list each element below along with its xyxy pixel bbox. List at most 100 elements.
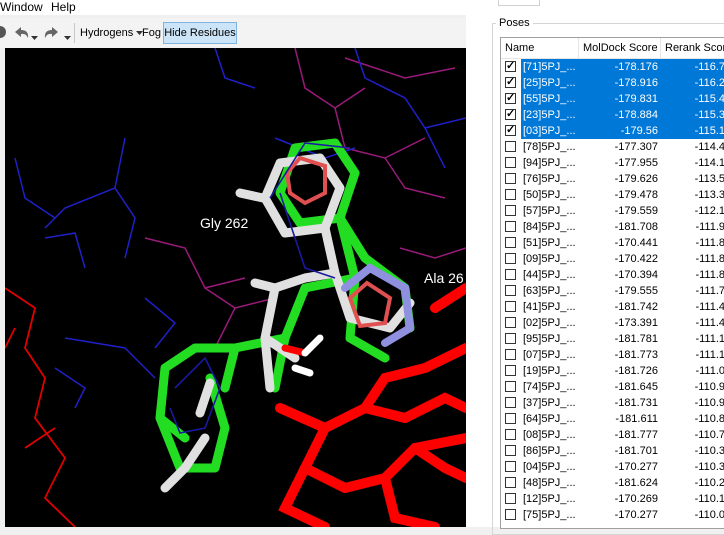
pose-name: [71]5PJ_...	[521, 59, 579, 75]
table-row[interactable]: [78]5PJ_... -177.307 -114.4	[501, 139, 724, 155]
pose-checkbox[interactable]	[505, 107, 516, 120]
menu-bar: Window Help	[0, 0, 466, 15]
table-row[interactable]: [37]5PJ_... -181.731 -110.9	[501, 395, 724, 411]
pose-checkbox[interactable]	[505, 509, 516, 520]
pose-checkbox[interactable]	[505, 189, 516, 200]
table-row[interactable]: [76]5PJ_... -179.626 -113.5	[501, 171, 724, 187]
table-row[interactable]: [07]5PJ_... -181.773 -111.1	[501, 347, 724, 363]
pose-checkbox[interactable]	[505, 141, 516, 152]
table-row[interactable]: [51]5PJ_... -170.441 -111.8	[501, 235, 724, 251]
pose-name: [04]5PJ_...	[523, 461, 576, 473]
undo-dropdown-icon[interactable]	[31, 30, 38, 44]
poses-title: Poses	[496, 17, 533, 29]
pose-rerank-score: -111.1	[695, 333, 724, 345]
pose-checkbox[interactable]	[505, 365, 516, 376]
pose-moldock-score: -181.773	[614, 349, 658, 361]
pose-checkbox[interactable]	[505, 59, 516, 72]
table-row[interactable]: [41]5PJ_... -181.742 -111.4	[501, 299, 724, 315]
table-row[interactable]: [57]5PJ_... -179.559 -112.1	[501, 203, 724, 219]
column-header-name[interactable]: Name	[501, 38, 579, 58]
table-row[interactable]: [86]5PJ_... -181.701 -110.3	[501, 443, 724, 459]
pose-checkbox[interactable]	[505, 285, 516, 296]
pose-checkbox[interactable]	[505, 493, 516, 504]
table-row[interactable]: [55]5PJ_...-179.831-115.4	[501, 91, 724, 107]
pose-checkbox[interactable]	[505, 237, 516, 248]
pose-rerank-score: -115.3	[661, 107, 724, 123]
menu-window[interactable]: Window	[0, 0, 43, 14]
redo-dropdown-icon[interactable]	[64, 30, 71, 44]
splitter[interactable]	[466, 0, 486, 527]
pose-checkbox[interactable]	[505, 253, 516, 264]
table-row[interactable]: [95]5PJ_... -181.781 -111.1	[501, 331, 724, 347]
table-row[interactable]: [44]5PJ_... -170.394 -111.8	[501, 267, 724, 283]
table-row[interactable]: [04]5PJ_... -170.277 -110.3	[501, 459, 724, 475]
pose-rerank-score: -113.3	[694, 189, 724, 201]
column-header-rerank-score[interactable]: Rerank Score	[661, 38, 724, 58]
table-row[interactable]: [84]5PJ_... -181.708 -111.9	[501, 219, 724, 235]
pose-checkbox[interactable]	[505, 413, 516, 424]
pose-checkbox[interactable]	[505, 317, 516, 328]
menu-help[interactable]: Help	[51, 0, 76, 14]
pose-checkbox[interactable]	[505, 429, 516, 440]
pose-name: [75]5PJ_...	[523, 509, 576, 521]
pose-checkbox[interactable]	[505, 269, 516, 280]
table-row[interactable]: [08]5PJ_... -181.777 -110.7	[501, 427, 724, 443]
column-header-moldock-score[interactable]: MolDock Score	[579, 38, 661, 58]
pose-rerank-score: -114.1	[694, 157, 724, 169]
table-row[interactable]: [23]5PJ_...-178.884-115.3	[501, 107, 724, 123]
pose-checkbox[interactable]	[505, 397, 516, 408]
table-row[interactable]: [50]5PJ_... -179.478 -113.3	[501, 187, 724, 203]
table-row[interactable]: [02]5PJ_... -173.391 -111.4	[501, 315, 724, 331]
hydrogens-button[interactable]: Hydrogens	[77, 23, 146, 43]
toolbar-edge-icon[interactable]	[0, 26, 6, 38]
table-row[interactable]: [09]5PJ_... -170.422 -111.8	[501, 251, 724, 267]
table-row[interactable]: [48]5PJ_... -181.624 -110.2	[501, 475, 724, 491]
pose-checkbox[interactable]	[505, 445, 516, 456]
pose-moldock-score: -179.559	[614, 205, 658, 217]
table-row[interactable]: [63]5PJ_... -179.555 -111.7	[501, 283, 724, 299]
redo-icon[interactable]	[42, 24, 62, 45]
pose-checkbox[interactable]	[505, 301, 516, 312]
molecule-viewport[interactable]: Gly 262 Ala 26	[5, 48, 466, 527]
table-row[interactable]: [19]5PJ_... -181.726 -111.0	[501, 363, 724, 379]
poses-grid[interactable]: Name MolDock Score Rerank Score [71]5PJ_…	[500, 37, 724, 529]
pose-checkbox[interactable]	[505, 477, 516, 488]
table-row[interactable]: [75]5PJ_... -170.277 -110.0	[501, 507, 724, 523]
pose-moldock-score: -181.645	[614, 381, 658, 393]
pose-moldock-score: -170.441	[614, 237, 658, 249]
pose-rerank-score: -110.8	[694, 413, 724, 425]
table-row[interactable]: [94]5PJ_... -177.955 -114.1	[501, 155, 724, 171]
pose-checkbox[interactable]	[505, 205, 516, 216]
table-row[interactable]: [64]5PJ_... -181.611 -110.8	[501, 411, 724, 427]
pose-checkbox[interactable]	[505, 333, 516, 344]
hide-residues-button[interactable]: Hide Residues	[163, 22, 237, 44]
pose-checkbox[interactable]	[505, 173, 516, 184]
pose-checkbox[interactable]	[505, 123, 516, 136]
panel-tab[interactable]	[498, 0, 540, 6]
pose-name: [25]5PJ_...	[521, 75, 579, 91]
pose-checkbox[interactable]	[505, 157, 516, 168]
pose-checkbox[interactable]	[505, 349, 516, 360]
pose-checkbox[interactable]	[505, 91, 516, 104]
pose-checkbox[interactable]	[505, 381, 516, 392]
pose-checkbox[interactable]	[505, 75, 516, 88]
table-row[interactable]: [74]5PJ_... -181.645 -110.9	[501, 379, 724, 395]
table-row[interactable]: [25]5PJ_...-178.916-116.2	[501, 75, 724, 91]
pose-name: [48]5PJ_...	[523, 477, 576, 489]
pose-checkbox[interactable]	[505, 461, 516, 472]
pose-moldock-score: -181.611	[615, 413, 658, 425]
pose-moldock-score: -181.731	[614, 397, 658, 409]
fog-button[interactable]: Fog	[139, 23, 164, 43]
pose-name: [86]5PJ_...	[523, 445, 576, 457]
table-row[interactable]: [71]5PJ_...-178.176-116.7	[501, 59, 724, 75]
pose-moldock-score: -178.176	[579, 59, 661, 75]
pose-name: [44]5PJ_...	[523, 269, 576, 281]
pose-moldock-score: -178.916	[579, 75, 661, 91]
pose-name: [23]5PJ_...	[521, 107, 579, 123]
pose-checkbox[interactable]	[505, 221, 516, 232]
poses-grid-header: Name MolDock Score Rerank Score	[501, 38, 724, 59]
undo-icon[interactable]	[11, 24, 31, 45]
table-row[interactable]: [03]5PJ_...-179.56-115.1	[501, 123, 724, 139]
pose-name: [03]5PJ_...	[521, 123, 579, 139]
table-row[interactable]: [12]5PJ_... -170.269 -110.1	[501, 491, 724, 507]
